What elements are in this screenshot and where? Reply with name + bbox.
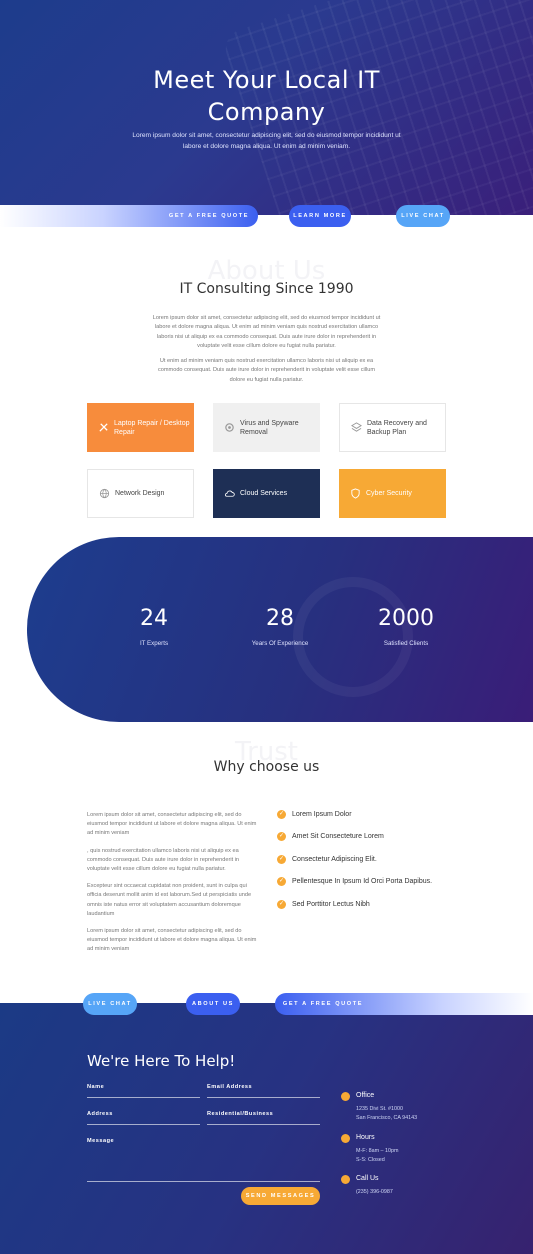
free-quote-button[interactable]: GET A FREE QUOTE bbox=[160, 205, 258, 227]
check-item: ✓ Amet Sit Consecteture Lorem bbox=[277, 832, 384, 841]
service-label: Cyber Security bbox=[366, 490, 412, 497]
about-title: IT Consulting Since 1990 bbox=[179, 281, 354, 297]
check-label: Amet Sit Consecteture Lorem bbox=[292, 833, 384, 840]
hours-text: M-F: 8am – 10pm S-S: Closed bbox=[356, 1148, 399, 1163]
check-item: ✓ Lorem Ipsum Dolor bbox=[277, 810, 352, 819]
email-field[interactable]: Email Address bbox=[207, 1082, 320, 1098]
live-chat-button-bottom[interactable]: LIVE CHAT bbox=[83, 993, 137, 1015]
layers-icon bbox=[350, 422, 362, 434]
check-label: Sed Porttitor Lectus Nibh bbox=[292, 901, 370, 908]
service-card-network-design[interactable]: Network Design bbox=[87, 469, 194, 518]
stat-number: 24 bbox=[140, 606, 168, 631]
hero-subtitle: Lorem ipsum dolor sit amet, consectetur … bbox=[132, 132, 401, 150]
contact-section bbox=[0, 1003, 533, 1254]
call-heading: Call Us bbox=[356, 1175, 379, 1182]
why-text: Lorem ipsum dolor sit amet, consectetur … bbox=[87, 811, 257, 963]
stat-label: IT Experts bbox=[139, 640, 169, 647]
service-label: Cloud Services bbox=[240, 490, 288, 497]
shield-icon bbox=[349, 488, 361, 500]
check-icon: ✓ bbox=[277, 832, 286, 841]
service-card-cyber-security[interactable]: Cyber Security bbox=[339, 469, 446, 518]
phone-number: (235) 396-0987 bbox=[356, 1189, 393, 1195]
check-icon: ✓ bbox=[277, 855, 286, 864]
check-item: ✓ Sed Porttitor Lectus Nibh bbox=[277, 900, 370, 909]
stat-number: 2000 bbox=[378, 606, 434, 631]
address-field[interactable]: Address bbox=[87, 1109, 200, 1125]
why-paragraph: Lorem ipsum dolor sit amet, consectetur … bbox=[87, 812, 257, 837]
check-item: ✓ Consectetur Adipiscing Elit. bbox=[277, 855, 377, 864]
check-label: Lorem Ipsum Dolor bbox=[292, 811, 352, 818]
send-messages-button[interactable]: SEND MESSAGES bbox=[241, 1187, 320, 1205]
check-icon: ✓ bbox=[277, 900, 286, 909]
why-paragraph: , quis nostrud exercitation ullamco labo… bbox=[87, 847, 240, 873]
stat-label: Satisfied Clients bbox=[383, 640, 429, 647]
service-card-virus-removal[interactable]: Virus and Spyware Removal bbox=[213, 403, 320, 452]
service-card-cloud-services[interactable]: Cloud Services bbox=[213, 469, 320, 518]
globe-icon bbox=[98, 488, 110, 500]
service-card-laptop-repair[interactable]: Laptop Repair / Desktop Repair bbox=[87, 403, 194, 452]
check-icon: ✓ bbox=[277, 877, 286, 886]
residential-business-field[interactable]: Residential/Business bbox=[207, 1109, 320, 1125]
learn-more-button[interactable]: LEARN MORE bbox=[289, 205, 351, 227]
free-quote-button-bottom[interactable]: GET A FREE QUOTE bbox=[275, 993, 371, 1015]
check-item: ✓ Pellentesque In Ipsum Id Orci Porta Dap… bbox=[277, 877, 432, 886]
hero-title: Meet Your Local IT Company bbox=[153, 66, 380, 126]
gear-icon bbox=[223, 422, 235, 434]
contact-title: We're Here To Help! bbox=[87, 1052, 236, 1070]
name-field[interactable]: Name bbox=[87, 1082, 200, 1098]
service-label: Network Design bbox=[115, 490, 165, 497]
location-icon bbox=[341, 1092, 350, 1101]
stat-number: 28 bbox=[266, 606, 294, 631]
stat-label: Years Of Experience bbox=[251, 640, 309, 647]
why-title: Why choose us bbox=[213, 759, 320, 775]
phone-icon bbox=[341, 1175, 350, 1184]
check-icon: ✓ bbox=[277, 810, 286, 819]
hours-heading: Hours bbox=[356, 1134, 375, 1141]
check-label: Consectetur Adipiscing Elit. bbox=[292, 856, 377, 863]
office-address: 1235 Divi St. #1000 San Francisco, CA 94… bbox=[356, 1106, 418, 1121]
cloud-icon bbox=[223, 488, 235, 500]
about-paragraph-1: Lorem ipsum dolor sit amet, consectetur … bbox=[152, 315, 381, 349]
about-paragraph-2: Ut enim ad minim veniam quis nostrud exe… bbox=[157, 358, 376, 383]
about-us-button[interactable]: ABOUT US bbox=[186, 993, 240, 1015]
service-card-data-recovery[interactable]: Data Recovery and Backup Plan bbox=[339, 403, 446, 452]
tools-icon bbox=[97, 422, 109, 434]
message-field[interactable]: Message bbox=[87, 1136, 320, 1182]
service-label: Laptop Repair / Desktop Repair bbox=[114, 419, 190, 436]
why-paragraph: Lorem ipsum dolor sit amet, consectetur … bbox=[87, 928, 257, 953]
service-label: Virus and Spyware Removal bbox=[240, 419, 299, 436]
live-chat-button[interactable]: LIVE CHAT bbox=[396, 205, 450, 227]
clock-icon bbox=[341, 1134, 350, 1143]
office-heading: Office bbox=[356, 1092, 375, 1099]
why-paragraph: Excepteur sint occaecat cupidatat non pr… bbox=[87, 883, 252, 917]
service-label: Data Recovery and Backup Plan bbox=[367, 419, 427, 436]
check-label: Pellentesque In Ipsum Id Orci Porta Dapi… bbox=[292, 878, 433, 885]
